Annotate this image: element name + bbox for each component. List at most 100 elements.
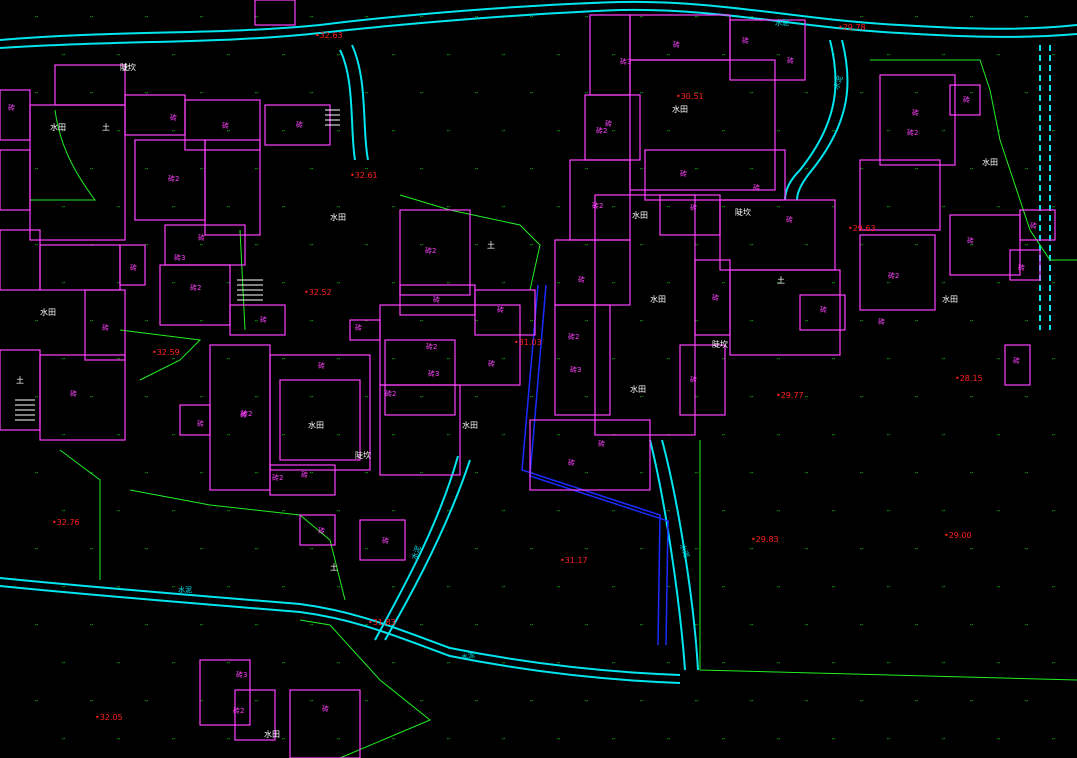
vegetation-symbol: ״: [391, 508, 396, 516]
elevation-point: •32.76: [52, 518, 80, 527]
vegetation-symbol: ״: [831, 660, 836, 668]
vegetation-symbol: ״: [501, 280, 506, 288]
vegetation-symbol: ״: [694, 470, 699, 478]
vegetation-symbol: ״: [501, 204, 506, 212]
vegetation-symbol: ״: [666, 432, 671, 440]
vegetation-symbol: ״: [529, 698, 534, 706]
vegetation-symbol: ״: [199, 622, 204, 630]
vegetation-symbol: ״: [611, 204, 616, 212]
vegetation-symbol: ״: [694, 166, 699, 174]
vegetation-symbol: ״: [721, 584, 726, 592]
vegetation-symbol: ״: [226, 52, 231, 60]
cad-map-canvas[interactable]: ״ ״ ״ ״ ״ ״ ״ ״ ״ ״ ״ ״ ״ ״ ״ ״ ״ ״ ״ ״ ״ ״ ״ ״ ״ ״ ״ ״ ״ ״ ״ ״ ״ ״ ״ ״ ״ ״ ״ ״…: [0, 0, 1077, 758]
vegetation-symbol: ״: [556, 128, 561, 136]
vegetation-symbol: ״: [941, 584, 946, 592]
vegetation-symbol: ״: [804, 546, 809, 554]
vegetation-symbol: ״: [749, 546, 754, 554]
vegetation-symbol: ״: [886, 52, 891, 60]
building-label: 砖3: [620, 57, 631, 66]
building-label: 砖3: [570, 365, 581, 374]
building-label: 砖2: [233, 706, 244, 715]
vegetation-symbol: ״: [391, 204, 396, 212]
vegetation-symbol: ״: [89, 318, 94, 326]
building-label: 砖2: [596, 126, 607, 135]
vegetation-symbol: ״: [859, 14, 864, 22]
vegetation-symbol: ״: [34, 698, 39, 706]
vegetation-symbol: ״: [859, 90, 864, 98]
vegetation-symbol: ״: [34, 242, 39, 250]
vegetation-symbol: ״: [309, 318, 314, 326]
building-label: 砖: [322, 704, 329, 713]
vegetation-symbol: ״: [886, 280, 891, 288]
vegetation-symbol: ״: [1051, 736, 1056, 744]
vegetation-symbol: ״: [996, 736, 1001, 744]
vegetation-symbol: ״: [1024, 318, 1029, 326]
vegetation-symbol: ״: [914, 90, 919, 98]
building-label: 砖: [787, 56, 794, 65]
vegetation-symbol: ״: [34, 14, 39, 22]
vegetation-symbol: ״: [721, 128, 726, 136]
vegetation-symbol: ״: [859, 698, 864, 706]
vegetation-symbol: ״: [804, 394, 809, 402]
vegetation-symbol: ״: [749, 318, 754, 326]
building-label: 砖: [1030, 221, 1037, 230]
vegetation-symbol: ״: [199, 90, 204, 98]
vegetation-symbol: ״: [309, 698, 314, 706]
vegetation-symbol: ״: [556, 584, 561, 592]
vegetation-symbol: ״: [364, 546, 369, 554]
vegetation-symbol: ״: [804, 166, 809, 174]
vegetation-symbol: ״: [584, 470, 589, 478]
vegetation-symbol: ״: [226, 204, 231, 212]
vegetation-symbol: ״: [391, 356, 396, 364]
vegetation-symbol: ״: [556, 736, 561, 744]
vegetation-symbol: ״: [116, 432, 121, 440]
vegetation-symbol: ״: [666, 356, 671, 364]
vegetation-symbol: ״: [254, 698, 259, 706]
vegetation-symbol: ״: [1024, 394, 1029, 402]
vegetation-symbol: ״: [89, 166, 94, 174]
road-label: 水泥: [178, 585, 192, 594]
vegetation-symbol: ״: [391, 584, 396, 592]
vegetation-symbol: ״: [446, 280, 451, 288]
vegetation-symbol: ״: [391, 128, 396, 136]
vegetation-symbol: ״: [941, 660, 946, 668]
vegetation-symbol: ״: [1024, 470, 1029, 478]
vegetation-symbol: ״: [116, 52, 121, 60]
building-label: 砖2: [426, 342, 437, 351]
vegetation-symbol: ״: [1051, 280, 1056, 288]
vegetation-symbol: ״: [61, 204, 66, 212]
elevation-point: •29.00: [944, 531, 972, 540]
vegetation-symbol: ״: [529, 546, 534, 554]
vegetation-symbol: ״: [776, 660, 781, 668]
vegetation-symbol: ״: [584, 242, 589, 250]
building-label: 砖: [967, 236, 974, 245]
elevation-point: •29.77: [776, 391, 804, 400]
vegetation-symbol: ״: [996, 432, 1001, 440]
vegetation-symbol: ״: [171, 584, 176, 592]
vegetation-symbol: ״: [34, 90, 39, 98]
vegetation-symbol: ״: [61, 508, 66, 516]
vegetation-symbol: ״: [666, 736, 671, 744]
vegetation-symbol: ״: [419, 318, 424, 326]
vegetation-symbol: ״: [254, 318, 259, 326]
vegetation-symbol: ״: [419, 242, 424, 250]
vegetation-symbol: ״: [336, 280, 341, 288]
vegetation-symbol: ״: [914, 318, 919, 326]
building-label: 砖: [712, 293, 719, 302]
vegetation-symbol: ״: [969, 14, 974, 22]
vegetation-symbol: ״: [501, 736, 506, 744]
vegetation-symbol: ״: [1051, 584, 1056, 592]
building-label: 砖: [318, 526, 325, 535]
vegetation-symbol: ״: [666, 128, 671, 136]
vegetation-symbol: ״: [584, 166, 589, 174]
vegetation-symbol: ״: [529, 622, 534, 630]
vegetation-symbol: ״: [639, 394, 644, 402]
vegetation-symbol: ״: [199, 546, 204, 554]
vegetation-symbol: ״: [281, 432, 286, 440]
vegetation-symbol: ״: [639, 698, 644, 706]
vegetation-symbol: ״: [776, 432, 781, 440]
vegetation-symbol: ״: [364, 242, 369, 250]
vegetation-symbol: ״: [941, 432, 946, 440]
vegetation-symbol: ״: [556, 204, 561, 212]
vegetation-symbol: ״: [859, 394, 864, 402]
